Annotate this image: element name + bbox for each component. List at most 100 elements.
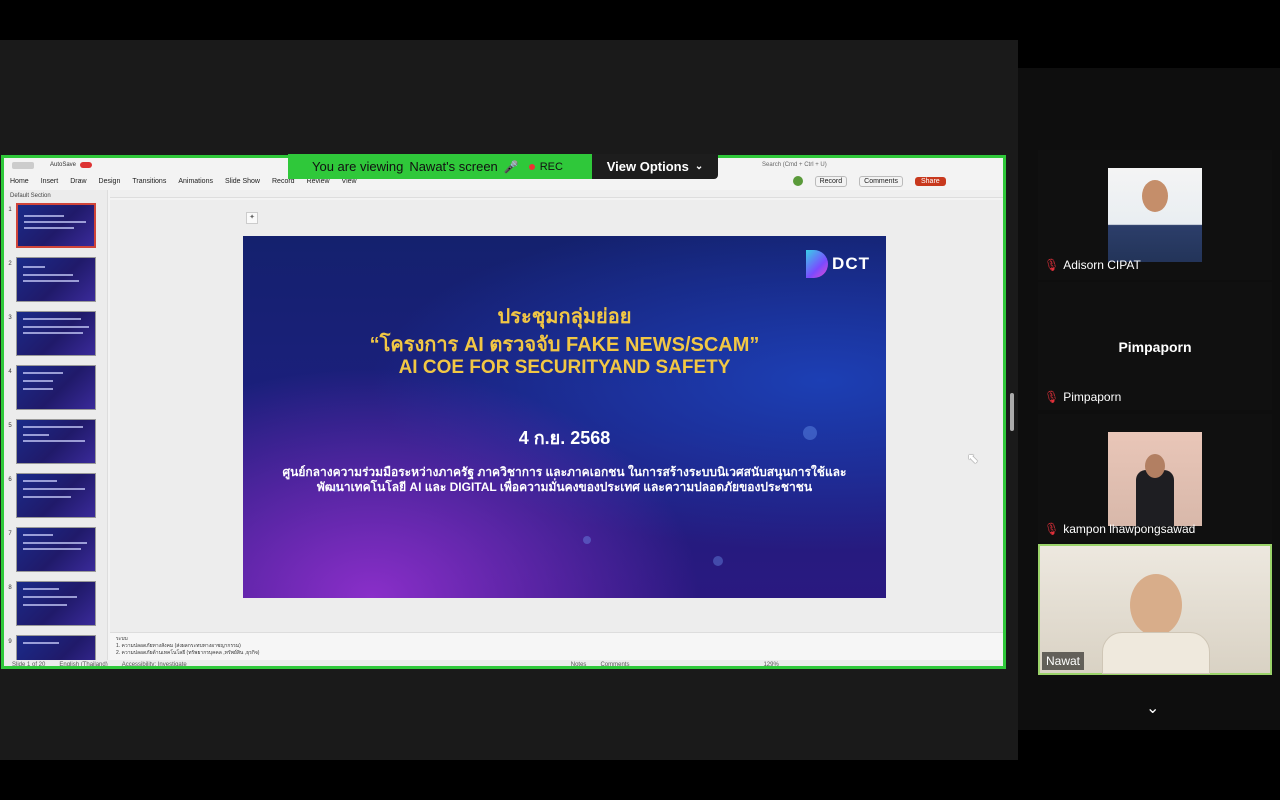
ppt-status-bar: Slide 1 of 20 English (Thailand) Accessi… xyxy=(4,660,1003,668)
thumbnail-row[interactable]: 9 xyxy=(4,635,107,660)
viewing-label: You are viewing xyxy=(312,159,404,174)
slide-thumbnails: Default Section 1 2 3 4 5 6 7 8 9 xyxy=(4,190,108,660)
participant-name-text: kampon lhawpongsawad xyxy=(1063,522,1196,536)
participant-video xyxy=(1108,168,1202,262)
participant-name: 🎙 kampon lhawpongsawad xyxy=(1044,522,1195,536)
thumbnail-row[interactable]: 3 xyxy=(4,311,107,364)
slide-thumbnail[interactable] xyxy=(16,527,96,572)
thumbnail-row[interactable]: 4 xyxy=(4,365,107,418)
mic-muted-icon: 🎙 xyxy=(1044,258,1060,272)
section-label: Default Section xyxy=(10,193,51,199)
notes-line: 2. ความปลอดภัยด้านเทคโนโลยี (ทรัพยากรบุค… xyxy=(116,650,260,656)
participant-tile[interactable]: Pimpaporn 🎙 Pimpaporn xyxy=(1038,282,1272,410)
slide-title-line3: AI COE FOR SECURITYAND SAFETY xyxy=(398,357,731,378)
participant-video xyxy=(1108,432,1202,526)
slide-thumbnail[interactable] xyxy=(16,635,96,660)
slide-thumbnail[interactable] xyxy=(16,473,96,518)
participant-display-name: Pimpaporn xyxy=(1118,339,1192,355)
thumb-number: 6 xyxy=(8,477,12,483)
notes-line: 1. ความปลอดภัยทางสังคม (ส่งผลกระทบทางอาช… xyxy=(116,643,241,649)
dct-logo: DCT xyxy=(806,250,870,278)
slide-counter: Slide 1 of 20 xyxy=(12,662,46,668)
speaker-notes[interactable]: ระบบ 1. ความปลอดภัยทางสังคม (ส่งผลกระทบท… xyxy=(110,632,1003,660)
dct-logo-mark xyxy=(806,250,829,278)
notes-heading: ระบบ xyxy=(116,636,128,642)
thumb-number: 8 xyxy=(8,585,12,591)
thumbnail-row[interactable]: 7 xyxy=(4,527,107,580)
slide-body-line2: พัฒนาเทคโนโลยี AI และ DIGITAL เพื่อความม… xyxy=(316,480,813,494)
tab-insert[interactable]: Insert xyxy=(41,178,59,185)
person-head xyxy=(1145,454,1165,478)
designer-icon[interactable]: ✦ xyxy=(246,212,258,224)
shared-screen[interactable]: AutoSave Search (Cmd + Ctrl + U) Home In… xyxy=(1,155,1006,669)
participant-name-text: Pimpaporn xyxy=(1063,390,1122,404)
tab-transitions[interactable]: Transitions xyxy=(132,178,166,185)
chevron-down-icon: ⌄ xyxy=(694,161,704,172)
tab-animations[interactable]: Animations xyxy=(178,178,213,185)
slide-date: 4 ก.ย. 2568 xyxy=(518,428,611,448)
person-body xyxy=(1102,632,1210,674)
participant-tile[interactable]: 🎙 kampon lhawpongsawad xyxy=(1038,414,1272,542)
slide-thumbnail[interactable] xyxy=(16,581,96,626)
panel-splitter[interactable] xyxy=(1010,393,1014,431)
bokeh-light xyxy=(583,536,591,544)
thumb-number: 2 xyxy=(8,261,12,267)
bottom-bar xyxy=(0,760,1280,800)
thumbnail-row[interactable]: 1 xyxy=(4,203,107,256)
thumb-number: 3 xyxy=(8,315,12,321)
participant-name: 🎙 Adisorn CIPAT xyxy=(1044,258,1141,272)
record-button[interactable]: Record xyxy=(814,175,848,187)
comments-button[interactable]: Comments xyxy=(859,175,903,187)
participant-name: Nawat xyxy=(1042,652,1085,670)
current-slide[interactable]: DCT ประชุมกลุ่มย่อย “โครงการ AI ตรวจจับ … xyxy=(243,236,886,598)
tab-draw[interactable]: Draw xyxy=(70,178,86,185)
active-speaker-tile[interactable]: Nawat xyxy=(1038,544,1272,675)
autosave-label: AutoSave xyxy=(50,162,77,168)
top-bar xyxy=(0,0,1280,40)
thumb-number: 1 xyxy=(8,207,12,213)
autosave-toggle[interactable] xyxy=(80,162,93,168)
participant-name-text: Adisorn CIPAT xyxy=(1063,258,1141,272)
account-avatar[interactable] xyxy=(792,176,803,186)
presenter-name: Nawat's screen xyxy=(409,159,498,174)
slide-thumbnail[interactable] xyxy=(16,365,96,410)
thumbnail-row[interactable]: 2 xyxy=(4,257,107,310)
tab-home[interactable]: Home xyxy=(10,178,29,185)
tab-design[interactable]: Design xyxy=(99,178,121,185)
slide-title-line2: “โครงการ AI ตรวจจับ FAKE NEWS/SCAM” xyxy=(369,334,760,356)
thumb-number: 4 xyxy=(8,369,12,375)
thumbnail-row[interactable]: 5 xyxy=(4,419,107,472)
slide-thumbnail[interactable] xyxy=(16,257,96,302)
notes-button[interactable]: Notes xyxy=(571,662,587,666)
thumbnail-row[interactable]: 8 xyxy=(4,581,107,634)
mic-muted-icon: 🎤 xyxy=(503,159,519,174)
slide-thumbnail[interactable] xyxy=(16,311,96,356)
zoom-level[interactable]: 129% xyxy=(763,662,778,666)
slide-thumbnail[interactable] xyxy=(16,203,96,248)
viewing-banner: You are viewing Nawat's screen 🎤 REC xyxy=(288,154,592,179)
tab-slide-show[interactable]: Slide Show xyxy=(225,178,260,185)
mic-muted-icon: 🎙 xyxy=(1044,390,1060,404)
slide-thumbnail[interactable] xyxy=(16,419,96,464)
view-options-button[interactable]: View Options ⌄ xyxy=(592,154,718,179)
recording-dot-icon xyxy=(528,163,535,170)
thumb-number: 9 xyxy=(8,639,12,645)
recording-label: REC xyxy=(539,160,563,173)
accessibility-status[interactable]: Accessibility: Investigate xyxy=(122,662,187,666)
chevron-down-icon[interactable]: ⌄ xyxy=(1146,698,1159,718)
participant-tile[interactable]: 🎙 Adisorn CIPAT xyxy=(1038,150,1272,280)
person-head xyxy=(1130,574,1182,636)
person-body xyxy=(1136,470,1174,526)
language-status[interactable]: English (Thailand) xyxy=(59,662,107,666)
status-comments-button[interactable]: Comments xyxy=(600,662,629,666)
thumb-number: 7 xyxy=(8,531,12,537)
share-button[interactable]: Share xyxy=(915,176,946,186)
thumbnail-row[interactable]: 6 xyxy=(4,473,107,526)
search-input[interactable]: Search (Cmd + Ctrl + U) xyxy=(762,162,827,168)
mouse-cursor-icon: ⬉ xyxy=(967,450,979,466)
person-head xyxy=(1142,180,1168,212)
slide-body: ศูนย์กลางความร่วมมือระหว่างภาครัฐ ภาควิช… xyxy=(263,465,866,495)
participant-name-text: Nawat xyxy=(1046,654,1081,668)
window-controls[interactable] xyxy=(12,161,34,169)
ruler xyxy=(110,190,1003,198)
